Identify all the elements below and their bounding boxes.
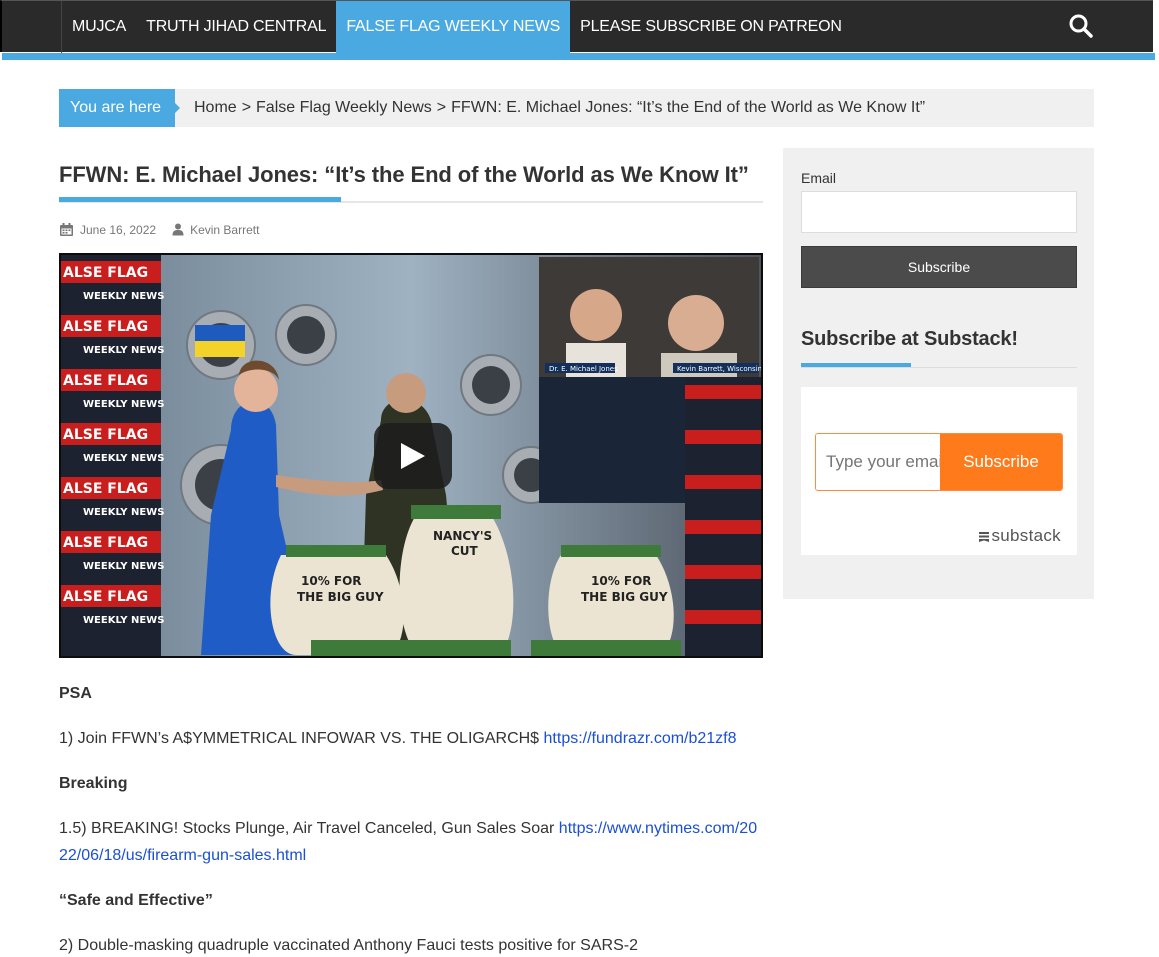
nav-item-truth-jihad-central[interactable]: TRUTH JIHAD CENTRAL	[136, 1, 336, 53]
email-field[interactable]	[801, 191, 1077, 233]
svg-text:WEEKLY NEWS: WEEKLY NEWS	[83, 615, 164, 626]
svg-text:WEEKLY NEWS: WEEKLY NEWS	[83, 561, 164, 572]
nav-menu: MUJCA TRUTH JIHAD CENTRAL FALSE FLAG WEE…	[61, 1, 852, 53]
svg-text:CUT: CUT	[451, 544, 479, 558]
breadcrumb-current: FFWN: E. Michael Jones: “It’s the End of…	[451, 99, 926, 116]
svg-text:WEEKLY NEWS: WEEKLY NEWS	[83, 399, 164, 410]
svg-text:10% FOR: 10% FOR	[301, 574, 362, 588]
substack-email-input[interactable]	[816, 434, 940, 490]
breadcrumb: You are here Home > False Flag Weekly News…	[59, 89, 1094, 127]
video-play-button[interactable]	[374, 423, 452, 489]
breadcrumb-trail: Home > False Flag Weekly News > FFWN: E. Mic…	[194, 99, 925, 117]
content-item-1: 1) Join FFWN’s A$YMMETRICAL INFOWAR VS. …	[59, 725, 763, 752]
svg-text:ALSE FLAG: ALSE FLAG	[63, 319, 148, 335]
widget-divider	[801, 367, 1077, 368]
post-content: PSA 1) Join FFWN’s A$YMMETRICAL INFOWAR …	[59, 680, 763, 957]
substack-widget-title: Subscribe at Substack!	[801, 328, 1018, 350]
content-text: 2) Double-masking quadruple vaccinated A…	[59, 937, 638, 954]
content-link-fundrazr[interactable]: https://fundrazr.com/b21zf8	[544, 730, 737, 747]
svg-text:ALSE FLAG: ALSE FLAG	[63, 481, 148, 497]
substack-embed: Subscribe substack	[801, 387, 1077, 555]
svg-text:THE BIG GUY: THE BIG GUY	[297, 590, 384, 604]
svg-text:ALSE FLAG: ALSE FLAG	[63, 535, 148, 551]
post-meta: June 16, 2022 Kevin Barrett	[59, 222, 275, 237]
svg-text:NANCY'S: NANCY'S	[433, 529, 492, 543]
widget-accent-bar	[801, 363, 911, 367]
svg-text:10% FOR: 10% FOR	[591, 574, 652, 588]
svg-text:WEEKLY NEWS: WEEKLY NEWS	[83, 453, 164, 464]
svg-text:WEEKLY NEWS: WEEKLY NEWS	[83, 345, 164, 356]
content-heading-safe-effective: “Safe and Effective”	[59, 892, 213, 909]
svg-text:THE BIG GUY: THE BIG GUY	[581, 590, 668, 604]
email-label: Email	[801, 170, 837, 186]
svg-text:Dr. E. Michael Jones: Dr. E. Michael Jones	[549, 365, 618, 373]
svg-text:WEEKLY NEWS: WEEKLY NEWS	[83, 291, 164, 302]
substack-logo-icon	[978, 532, 989, 542]
breadcrumb-section-link[interactable]: False Flag Weekly News	[256, 99, 432, 116]
svg-text:ALSE FLAG: ALSE FLAG	[63, 427, 148, 443]
substack-brand[interactable]: substack	[978, 526, 1062, 546]
breadcrumb-separator: >	[241, 99, 252, 116]
you-are-here-label: You are here	[59, 89, 180, 127]
svg-text:Kevin Barrett, Wisconsin, US: Kevin Barrett, Wisconsin, US	[677, 365, 761, 373]
svg-text:ALSE FLAG: ALSE FLAG	[63, 589, 148, 605]
substack-brand-text: substack	[991, 526, 1061, 545]
nav-accent-bar	[2, 53, 1155, 60]
title-accent-bar	[59, 197, 341, 202]
nav-item-mujca[interactable]: MUJCA	[62, 1, 136, 53]
top-navigation: MUJCA TRUTH JIHAD CENTRAL FALSE FLAG WEE…	[0, 0, 1155, 60]
substack-subscribe-button[interactable]: Subscribe	[940, 434, 1062, 490]
post-author-link[interactable]: Kevin Barrett	[190, 223, 259, 237]
svg-text:ALSE FLAG: ALSE FLAG	[63, 265, 148, 281]
substack-form: Subscribe	[815, 433, 1063, 491]
sidebar: Email Subscribe Subscribe at Substack! S…	[783, 148, 1094, 599]
search-icon[interactable]	[1068, 13, 1094, 39]
content-text: 1.5) BREAKING! Stocks Plunge, Air Travel…	[59, 820, 559, 837]
content-heading-breaking: Breaking	[59, 775, 128, 792]
svg-text:ALSE FLAG: ALSE FLAG	[63, 373, 148, 389]
content-item-2: 2) Double-masking quadruple vaccinated A…	[59, 932, 763, 957]
post-title: FFWN: E. Michael Jones: “It’s the End of…	[59, 162, 749, 187]
you-are-here-text: You are here	[70, 99, 162, 116]
subscribe-button[interactable]: Subscribe	[801, 246, 1077, 288]
calendar-icon	[60, 223, 73, 236]
nav-item-patreon[interactable]: PLEASE SUBSCRIBE ON PATREON	[570, 1, 852, 53]
content-heading-psa: PSA	[59, 685, 92, 702]
content-item-1-5: 1.5) BREAKING! Stocks Plunge, Air Travel…	[59, 815, 763, 869]
svg-text:WEEKLY NEWS: WEEKLY NEWS	[83, 507, 164, 518]
nav-item-false-flag-weekly-news[interactable]: FALSE FLAG WEEKLY NEWS	[336, 1, 571, 53]
content-text: 1) Join FFWN’s A$YMMETRICAL INFOWAR VS. …	[59, 730, 544, 747]
video-embed[interactable]: ALSE FLAG ALSE FLAG ALSE FLAG ALSE FLAG AL…	[59, 253, 763, 658]
breadcrumb-home-link[interactable]: Home	[194, 99, 237, 116]
breadcrumb-separator: >	[436, 99, 447, 116]
post-date-link[interactable]: June 16, 2022	[80, 223, 156, 237]
user-icon	[172, 223, 184, 236]
